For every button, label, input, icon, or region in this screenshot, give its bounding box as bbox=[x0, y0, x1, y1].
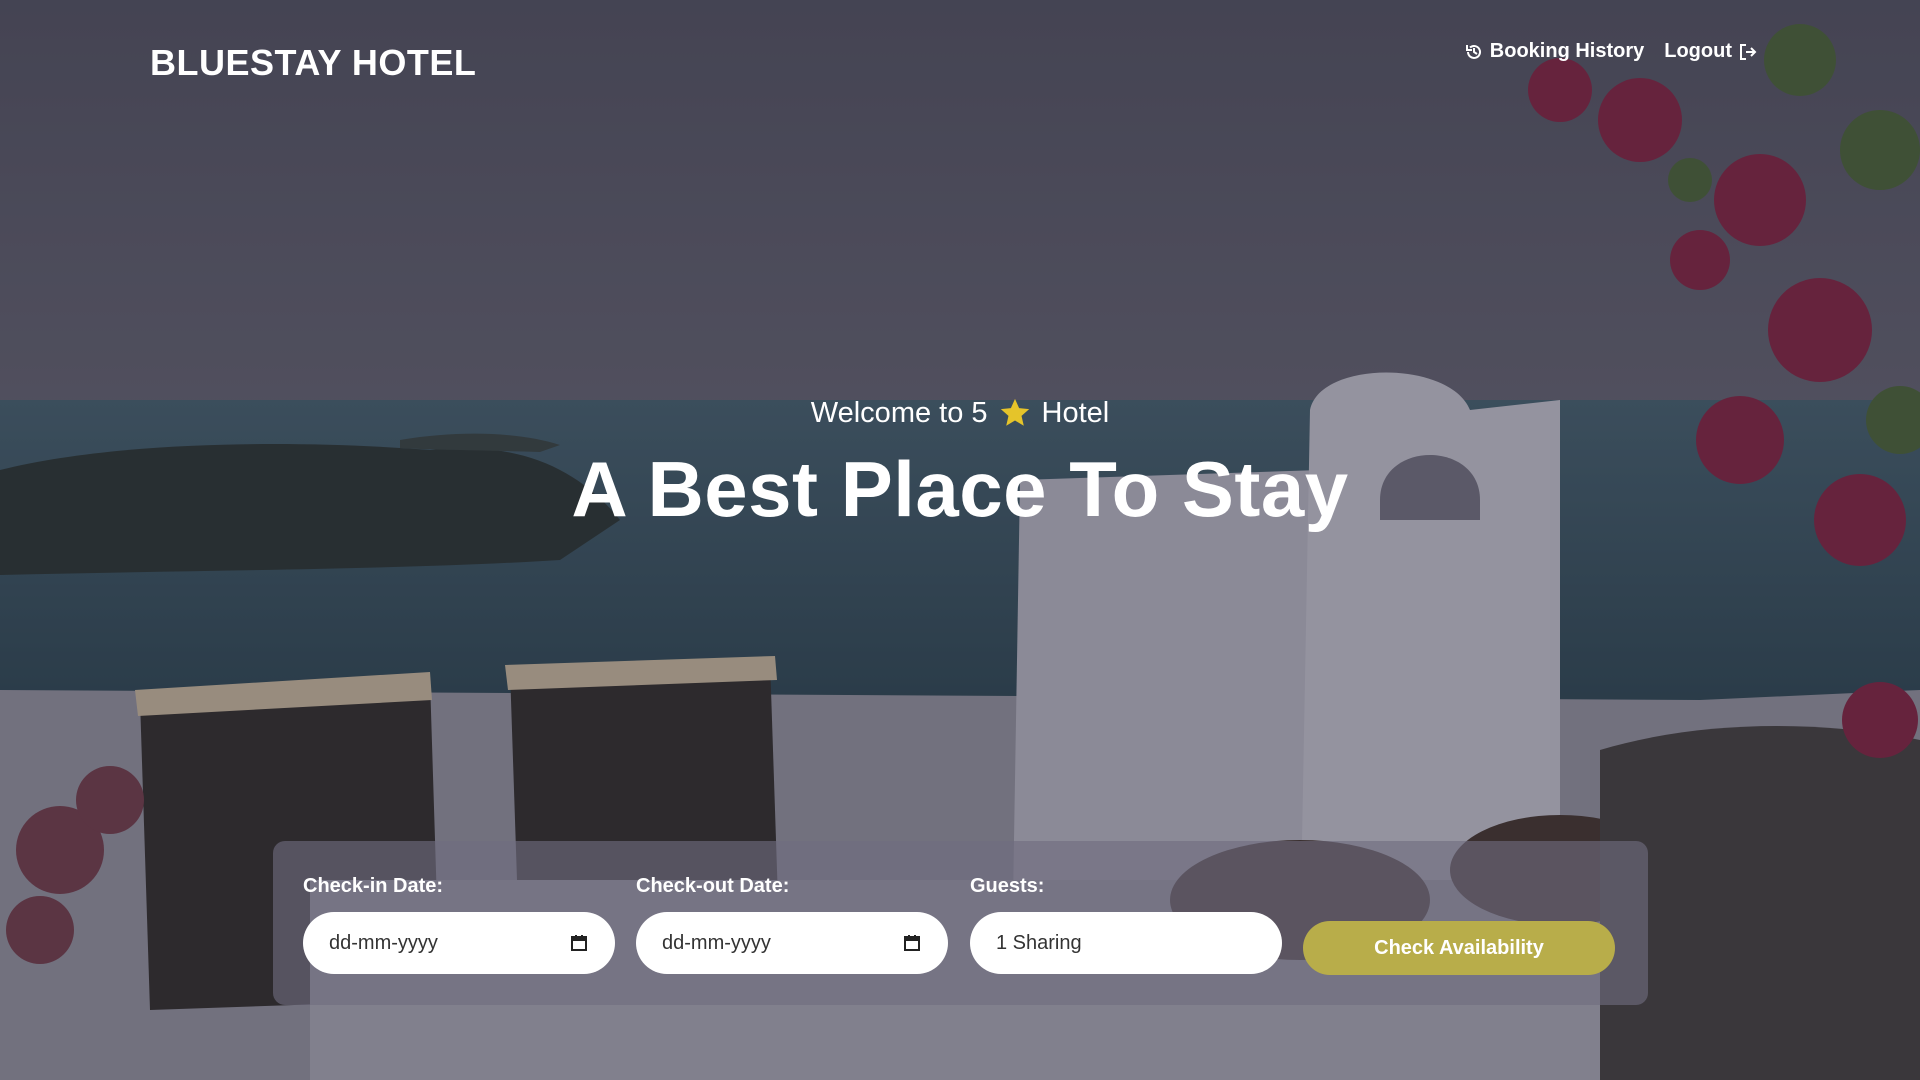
booking-history-label: Booking History bbox=[1489, 40, 1645, 62]
checkin-date-value: dd-mm-yyyy bbox=[329, 931, 438, 954]
welcome-prefix: Welcome to 5 bbox=[810, 396, 988, 429]
booking-history-link[interactable]: Booking History bbox=[1464, 40, 1644, 63]
brand-logo[interactable]: BLUESTAY HOTEL bbox=[150, 42, 476, 84]
logout-icon bbox=[1740, 43, 1757, 60]
history-icon bbox=[1465, 44, 1481, 59]
checkin-label: Check-in Date: bbox=[303, 875, 444, 897]
guests-select[interactable]: 1 Sharing bbox=[970, 912, 1282, 974]
hero-text: Welcome to 5 Hotel A Best Place To Stay bbox=[0, 396, 1920, 535]
booking-form: Check-in Date: dd-mm-yyyy Check-out Date… bbox=[273, 841, 1648, 1005]
hero-headline: A Best Place To Stay bbox=[571, 445, 1349, 533]
checkout-date-input[interactable]: dd-mm-yyyy bbox=[636, 912, 948, 974]
checkout-date-value: dd-mm-yyyy bbox=[662, 931, 771, 954]
logout-link[interactable]: Logout bbox=[1664, 40, 1758, 63]
guests-field: Guests: 1 Sharing bbox=[970, 875, 1282, 974]
calendar-icon[interactable] bbox=[569, 933, 589, 953]
check-availability-button[interactable]: Check Availability bbox=[1303, 921, 1615, 975]
logout-label: Logout bbox=[1664, 40, 1732, 62]
welcome-suffix: Hotel bbox=[1041, 396, 1110, 429]
checkout-field: Check-out Date: dd-mm-yyyy bbox=[636, 875, 948, 974]
nav-links: Booking History Logout bbox=[1464, 40, 1758, 63]
welcome-line: Welcome to 5 Hotel bbox=[0, 396, 1920, 430]
checkin-field: Check-in Date: dd-mm-yyyy bbox=[303, 875, 615, 974]
checkin-date-input[interactable]: dd-mm-yyyy bbox=[303, 912, 615, 974]
calendar-icon[interactable] bbox=[902, 933, 922, 953]
guests-label: Guests: bbox=[970, 875, 1045, 897]
guests-value: 1 Sharing bbox=[996, 931, 1082, 954]
navbar: BLUESTAY HOTEL Booking History Logout bbox=[150, 38, 1770, 88]
checkout-label: Check-out Date: bbox=[636, 875, 790, 897]
star-icon bbox=[1000, 398, 1029, 426]
